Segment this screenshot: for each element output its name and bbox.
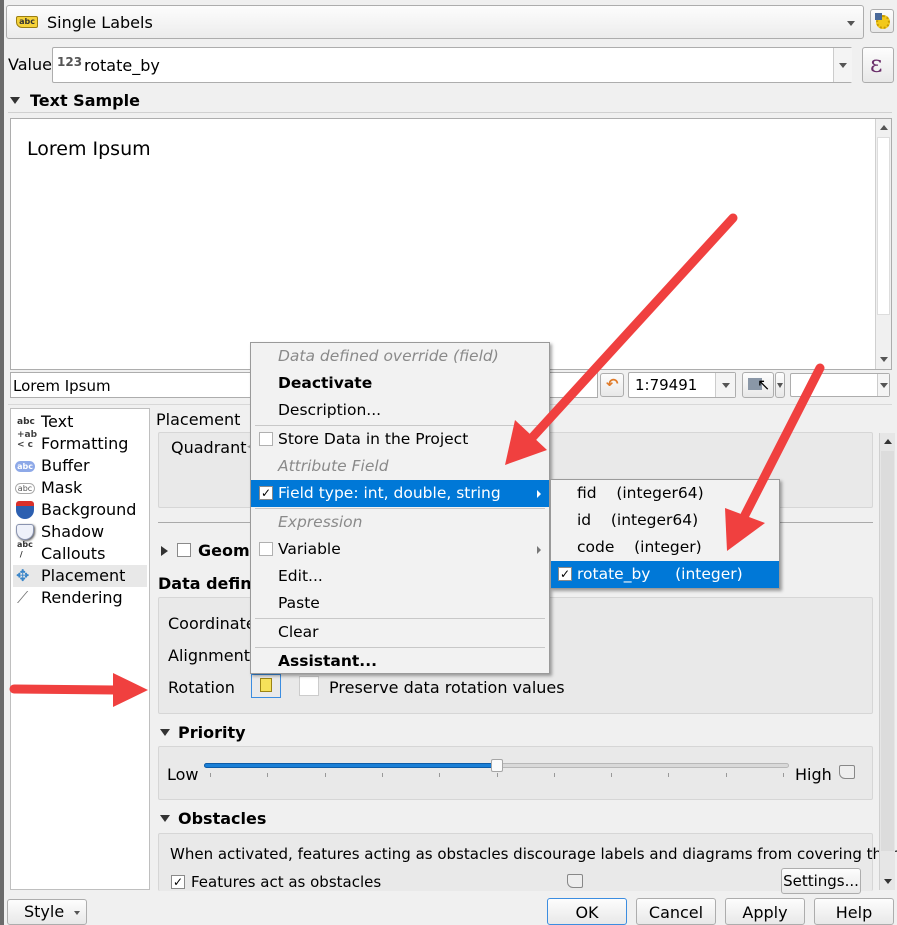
- annotation-arrow-to-rotation: [9, 673, 148, 707]
- annotation-arrow-to-rotate-by: [725, 363, 825, 551]
- annotation-arrows: [9, 213, 825, 707]
- annotation-arrow-to-field-type: [505, 213, 738, 465]
